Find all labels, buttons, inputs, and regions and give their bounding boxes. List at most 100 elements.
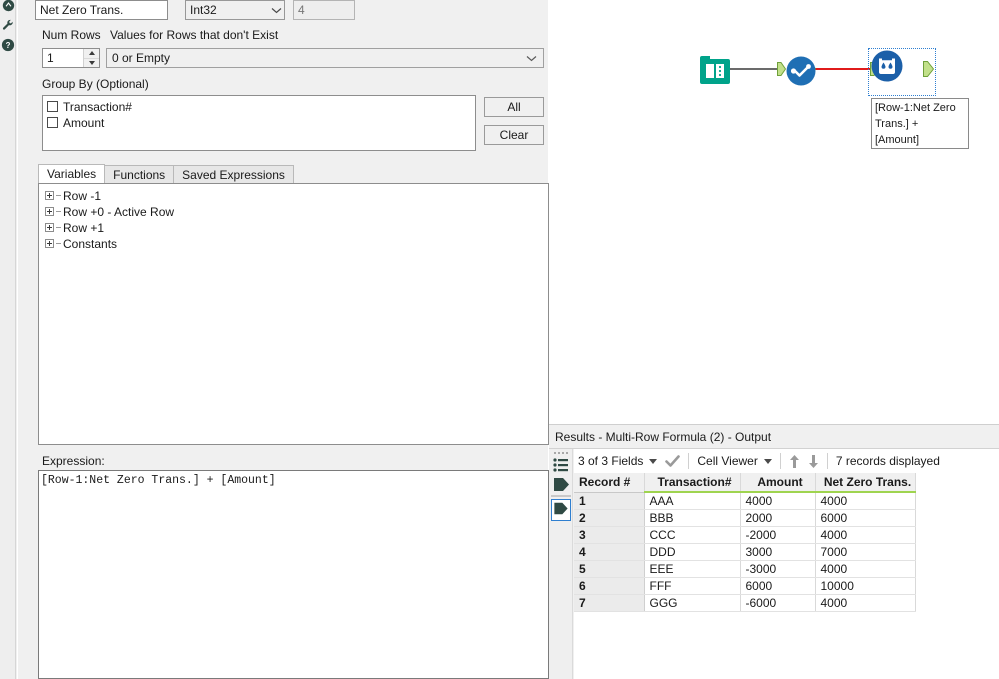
table-row[interactable]: 3 CCC -2000 4000	[574, 526, 916, 544]
help-icon[interactable]: ?	[0, 36, 16, 54]
arrow-down-icon[interactable]	[804, 449, 823, 473]
results-table: Record # Transaction# Amount Net Zero Tr…	[574, 473, 916, 612]
group-by-list[interactable]: Transaction# Amount	[42, 95, 476, 151]
cell-amount[interactable]: 3000	[740, 543, 816, 561]
values-for-rows-select[interactable]: 0 or Empty	[106, 48, 544, 68]
spinner-up-icon[interactable]	[84, 49, 99, 59]
circle-icon[interactable]	[0, 0, 16, 14]
cell-transaction[interactable]: FFF	[644, 577, 741, 595]
tree-item-constants[interactable]: Constants	[45, 236, 548, 251]
table-row[interactable]: 4 DDD 3000 7000	[574, 543, 916, 561]
chevron-down-icon	[763, 458, 772, 464]
checkbox-amount[interactable]	[47, 117, 58, 128]
num-rows-label: Num Rows	[42, 28, 101, 42]
tree-connector	[56, 243, 61, 244]
cell-net-zero-trans[interactable]: 6000	[815, 509, 916, 527]
table-row[interactable]: 7 GGG -6000 4000	[574, 594, 916, 612]
select-all-button[interactable]: All	[484, 97, 544, 117]
column-header-record[interactable]: Record #	[574, 473, 645, 493]
cell-transaction[interactable]: BBB	[644, 509, 741, 527]
table-row[interactable]: 6 FFF 6000 10000	[574, 577, 916, 595]
table-body: 1 AAA 4000 4000 2 BBB 2000 6000 3 CCC -2…	[574, 492, 916, 612]
cell-viewer-selector[interactable]: Cell Viewer	[693, 449, 775, 473]
expression-tabs: Variables Functions Saved Expressions	[38, 164, 549, 184]
results-toolbar: 3 of 3 Fields Cell Viewer 7 records disp…	[574, 449, 999, 473]
arrow-up-icon[interactable]	[785, 449, 804, 473]
connection-input-to-select[interactable]	[724, 68, 781, 70]
cell-amount[interactable]: -3000	[740, 560, 816, 578]
workflow-canvas[interactable]: [Row-1:Net Zero Trans.] + [Amount]	[549, 0, 999, 424]
expression-label: Expression:	[42, 454, 105, 468]
expand-plus-icon[interactable]	[45, 239, 54, 248]
port-input-select-tool[interactable]	[777, 62, 787, 76]
cell-net-zero-trans[interactable]: 10000	[815, 577, 916, 595]
tab-saved-expressions[interactable]: Saved Expressions	[173, 165, 294, 184]
tool-multi-row-formula[interactable]	[871, 50, 903, 85]
num-rows-spin-buttons[interactable]	[83, 49, 99, 67]
tab-functions[interactable]: Functions	[104, 165, 175, 184]
column-header-transaction[interactable]: Transaction#	[644, 473, 741, 493]
cell-net-zero-trans[interactable]: 4000	[815, 526, 916, 544]
field-name-input[interactable]	[35, 0, 168, 20]
variables-tree-pane[interactable]: Row -1 Row +0 - Active Row Row +1 Consta…	[38, 183, 549, 445]
clear-selection-button[interactable]: Clear	[484, 125, 544, 145]
tool-select[interactable]	[786, 56, 816, 89]
cell-amount[interactable]: -6000	[740, 594, 816, 612]
tool-annotation: [Row-1:Net Zero Trans.] + [Amount]	[871, 98, 969, 149]
table-row[interactable]: 1 AAA 4000 4000	[574, 492, 916, 510]
values-for-rows-value: 0 or Empty	[112, 51, 171, 65]
cell-amount[interactable]: 2000	[740, 509, 816, 527]
tree-connector	[56, 227, 61, 228]
table-row[interactable]: 2 BBB 2000 6000	[574, 509, 916, 527]
cell-net-zero-trans[interactable]: 4000	[815, 560, 916, 578]
cell-amount[interactable]: -2000	[740, 526, 816, 544]
fields-selector[interactable]: 3 of 3 Fields	[574, 449, 661, 473]
spinner-down-icon[interactable]	[84, 59, 99, 68]
field-type-value: Int32	[190, 3, 217, 17]
field-definition-row: Int32 4	[35, 0, 540, 20]
tree-item-row-minus-1[interactable]: Row -1	[45, 188, 548, 203]
cell-record: 4	[574, 543, 645, 561]
results-output-selected-icon[interactable]	[551, 499, 571, 521]
config-body: Int32 4 Num Rows Values for Rows that do…	[17, 0, 549, 679]
column-header-amount[interactable]: Amount	[740, 473, 816, 493]
cell-transaction[interactable]: DDD	[644, 543, 741, 561]
column-header-net-zero-trans[interactable]: Net Zero Trans.	[815, 473, 916, 493]
cell-transaction[interactable]: CCC	[644, 526, 741, 544]
expand-plus-icon[interactable]	[45, 223, 54, 232]
tree-connector	[56, 211, 61, 212]
wrench-icon[interactable]	[0, 16, 16, 34]
num-rows-stepper[interactable]: 1	[42, 48, 100, 68]
cell-transaction[interactable]: EEE	[644, 560, 741, 578]
group-by-item[interactable]: Amount	[47, 115, 475, 130]
cell-net-zero-trans[interactable]: 4000	[815, 594, 916, 612]
expression-editor[interactable]: [Row-1:Net Zero Trans.] + [Amount]	[38, 470, 549, 679]
table-header-row: Record # Transaction# Amount Net Zero Tr…	[574, 473, 916, 493]
table-row[interactable]: 5 EEE -3000 4000	[574, 560, 916, 578]
results-list-icon[interactable]	[553, 457, 569, 476]
tree-item-row-plus-1[interactable]: Row +1	[45, 220, 548, 235]
checkbox-transaction[interactable]	[47, 101, 58, 112]
tree-item-row-active[interactable]: Row +0 - Active Row	[45, 204, 548, 219]
cell-amount[interactable]: 6000	[740, 577, 816, 595]
cell-net-zero-trans[interactable]: 7000	[815, 543, 916, 561]
expand-plus-icon[interactable]	[45, 191, 54, 200]
chevron-down-icon	[649, 458, 658, 464]
connection-select-to-multirow[interactable]	[811, 68, 873, 70]
results-data-grid[interactable]: Record # Transaction# Amount Net Zero Tr…	[574, 473, 999, 679]
field-size-input[interactable]: 4	[293, 0, 355, 20]
expand-plus-icon[interactable]	[45, 207, 54, 216]
tab-variables[interactable]: Variables	[38, 164, 106, 184]
field-type-select[interactable]: Int32	[185, 0, 285, 20]
results-output-anchor-icon[interactable]	[553, 476, 570, 496]
cell-net-zero-trans[interactable]: 4000	[815, 492, 916, 510]
cell-transaction[interactable]: GGG	[644, 594, 741, 612]
cell-transaction[interactable]: AAA	[644, 492, 741, 510]
cell-amount[interactable]: 4000	[740, 492, 816, 510]
tool-input-data[interactable]	[699, 55, 731, 89]
check-icon[interactable]	[661, 449, 684, 473]
tree-connector	[56, 195, 61, 196]
group-by-item[interactable]: Transaction#	[47, 99, 475, 114]
rail-divider	[551, 495, 571, 497]
drag-handle-dots[interactable]	[554, 452, 568, 456]
